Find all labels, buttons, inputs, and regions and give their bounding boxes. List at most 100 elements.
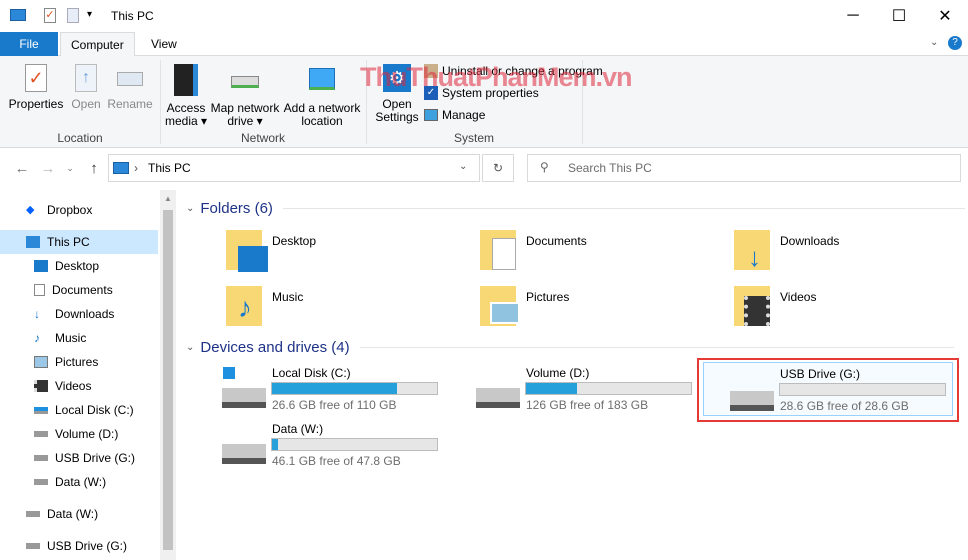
scrollbar-thumb[interactable] — [163, 210, 173, 550]
ribbon-tabs: File Computer View ⌄ ? — [0, 32, 968, 57]
properties-qat-icon[interactable]: ✓ — [44, 8, 56, 23]
open-settings-button[interactable]: ⚙ Open Settings — [372, 64, 422, 124]
folder-videos[interactable]: Videos — [734, 284, 954, 332]
drive-icon — [34, 406, 48, 414]
usage-bar — [779, 383, 946, 396]
sidebar-item-data-w[interactable]: Data (W:) — [0, 470, 158, 494]
system-properties-button[interactable]: ✓ System properties — [424, 86, 539, 100]
sidebar-item-this-pc[interactable]: This PC — [0, 230, 158, 254]
ribbon: ✓ Properties ↑ Open Rename Location Acce… — [0, 56, 968, 148]
drive-icon — [730, 391, 774, 411]
sidebar-item-dropbox[interactable]: ◆ Dropbox — [0, 198, 158, 222]
rename-button[interactable]: Rename — [107, 64, 153, 111]
manage-button[interactable]: Manage — [424, 108, 485, 122]
address-dropdown-icon[interactable]: ⌄ — [459, 161, 467, 172]
collapse-icon: ⌄ — [186, 203, 195, 214]
pictures-icon — [34, 356, 48, 368]
usage-bar — [525, 382, 692, 395]
recent-locations-icon[interactable]: ⌄ — [58, 154, 82, 182]
usage-bar — [271, 382, 438, 395]
sidebar-item-usb-drive-g[interactable]: USB Drive (G:) — [0, 446, 158, 470]
new-folder-qat-icon[interactable] — [67, 8, 79, 23]
rename-icon — [117, 72, 143, 86]
search-input[interactable]: Search This PC — [568, 161, 652, 175]
pc-icon — [26, 236, 40, 248]
folder-pictures[interactable]: Pictures — [480, 284, 720, 332]
qat-dropdown-icon[interactable]: ▾ — [87, 9, 92, 20]
sidebar-item-downloads[interactable]: ↓ Downloads — [0, 302, 158, 326]
search-icon: ⚲ — [540, 160, 549, 174]
drive-icon — [26, 511, 40, 517]
scroll-up-icon[interactable]: ▲ — [164, 194, 172, 203]
windows-logo-icon — [222, 366, 236, 380]
sidebar-item-pictures[interactable]: Pictures — [0, 350, 158, 374]
sidebar-item-desktop[interactable]: Desktop — [0, 254, 158, 278]
pc-icon — [113, 162, 129, 174]
sidebar-item-data-w-root[interactable]: Data (W:) — [0, 502, 158, 526]
address-bar[interactable]: › This PC ⌄ — [108, 154, 480, 182]
access-media-button[interactable]: Access media ▾ — [164, 64, 208, 128]
drive-item[interactable]: Local Disk (C:) 26.6 GB free of 110 GB — [218, 362, 458, 414]
properties-button[interactable]: ✓ Properties — [8, 64, 64, 111]
drive-item[interactable]: Volume (D:) 126 GB free of 183 GB — [472, 362, 712, 414]
search-box[interactable]: ⚲ Search This PC — [527, 154, 961, 182]
tab-computer[interactable]: Computer — [60, 32, 135, 57]
music-folder-icon: ♪ — [226, 286, 262, 326]
usage-bar-fill — [526, 383, 578, 394]
drive-item[interactable]: Data (W:) 46.1 GB free of 47.8 GB — [218, 418, 458, 470]
videos-folder-icon — [734, 286, 770, 326]
open-button[interactable]: ↑ Open — [68, 64, 104, 111]
desktop-icon — [34, 260, 48, 272]
drive-icon — [34, 431, 48, 437]
uninstall-program-button[interactable]: Uninstall or change a program — [424, 64, 603, 78]
add-network-location-button[interactable]: Add a network location — [282, 64, 362, 128]
documents-icon — [34, 284, 45, 296]
help-icon[interactable]: ? — [948, 36, 962, 50]
system-properties-icon: ✓ — [424, 86, 438, 100]
tab-view[interactable]: View — [141, 32, 187, 56]
usage-bar-fill — [272, 439, 278, 450]
music-icon: ♪ — [34, 331, 40, 345]
properties-icon: ✓ — [25, 64, 47, 92]
forward-button[interactable]: → — [36, 154, 60, 182]
videos-icon — [34, 380, 48, 392]
expand-ribbon-icon[interactable]: ⌄ — [930, 37, 938, 48]
media-icon — [174, 64, 198, 96]
section-divider — [359, 347, 954, 348]
folder-music[interactable]: ♪ Music — [226, 284, 466, 332]
navigation-pane: ◆ Dropbox This PC Desktop Documents ↓ Down… — [0, 190, 176, 560]
sidebar-item-documents[interactable]: Documents — [0, 278, 158, 302]
downloads-folder-icon: ↓ — [734, 230, 770, 272]
sidebar-item-music[interactable]: ♪ Music — [0, 326, 158, 350]
group-system-label: System — [453, 131, 494, 145]
sidebar-scrollbar[interactable]: ▲ — [160, 190, 176, 560]
drive-icon — [26, 543, 40, 549]
refresh-button[interactable]: ↻ — [482, 154, 514, 182]
close-button[interactable]: ✕ — [922, 0, 968, 32]
group-network-label: Network — [240, 131, 285, 145]
drive-item-selected[interactable]: USB Drive (G:) 28.6 GB free of 28.6 GB — [703, 362, 953, 416]
network-drive-icon — [231, 76, 259, 88]
back-button[interactable]: ← — [10, 154, 34, 182]
sidebar-item-local-disk-c[interactable]: Local Disk (C:) — [0, 398, 158, 422]
map-network-drive-button[interactable]: Map network drive ▾ — [208, 64, 282, 128]
maximize-button[interactable]: ☐ — [876, 0, 922, 32]
sidebar-item-volume-d[interactable]: Volume (D:) — [0, 422, 158, 446]
folder-desktop[interactable]: Desktop — [226, 228, 466, 276]
tab-file[interactable]: File — [0, 32, 58, 56]
usage-bar — [271, 438, 438, 451]
drive-icon — [34, 455, 48, 461]
breadcrumb-separator-icon: › — [134, 161, 138, 175]
folder-documents[interactable]: Documents — [480, 228, 720, 276]
folder-downloads[interactable]: ↓ Downloads — [734, 228, 954, 276]
uninstall-icon — [424, 64, 438, 78]
folders-section-header[interactable]: ⌄ Folders (6) — [186, 200, 965, 217]
usage-bar-fill — [272, 383, 398, 394]
collapse-icon: ⌄ — [186, 342, 195, 353]
drives-section-header[interactable]: ⌄ Devices and drives (4) — [186, 339, 954, 356]
sidebar-item-usb-drive-g-root[interactable]: USB Drive (G:) — [0, 534, 158, 558]
minimize-button[interactable]: ─ — [830, 0, 876, 32]
sidebar-item-videos[interactable]: Videos — [0, 374, 158, 398]
up-button[interactable]: ↑ — [82, 154, 106, 182]
breadcrumb-this-pc[interactable]: This PC — [148, 161, 191, 175]
